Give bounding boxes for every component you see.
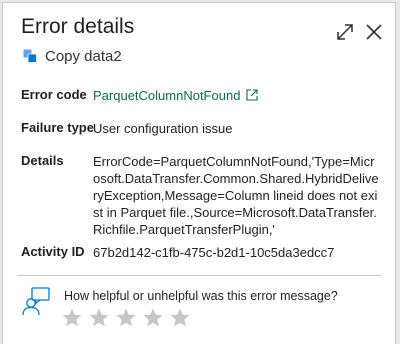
copy-activity-icon [23,49,37,63]
close-button[interactable] [363,21,385,43]
star-4-icon[interactable] [142,307,164,329]
rating-stars [61,307,191,329]
error-code-link[interactable]: ParquetColumnNotFound [93,88,240,103]
error-code-label: Error code [21,87,87,102]
external-link-icon[interactable] [246,89,258,101]
details-message: ErrorCode=ParquetColumnNotFound,'Type=Mi… [93,154,379,237]
feedback-person-icon [22,287,50,316]
error-code-value: ParquetColumnNotFound [93,87,381,104]
expand-button[interactable] [334,21,356,43]
activity-id-label: Activity ID [21,244,85,259]
star-1-icon[interactable] [61,307,83,329]
feedback-question: How helpful or unhelpful was this error … [64,289,338,303]
star-2-icon[interactable] [88,307,110,329]
expand-icon [337,24,353,40]
dialog-title: Error details [21,15,135,38]
star-3-icon[interactable] [115,307,137,329]
activity-subtitle: Copy data2 [23,47,122,65]
failure-type-value: User configuration issue [93,121,233,136]
error-details-panel: Error details Copy data2 Error code Parq… [2,2,396,344]
failure-type-label: Failure type [21,120,94,135]
divider [17,275,381,276]
activity-name: Copy data2 [45,47,122,65]
activity-id-value: 67b2d142-c1fb-475c-b2d1-10c5da3edcc7 [93,245,335,260]
star-5-icon[interactable] [169,307,191,329]
details-label: Details [21,153,64,168]
close-icon [366,24,382,40]
